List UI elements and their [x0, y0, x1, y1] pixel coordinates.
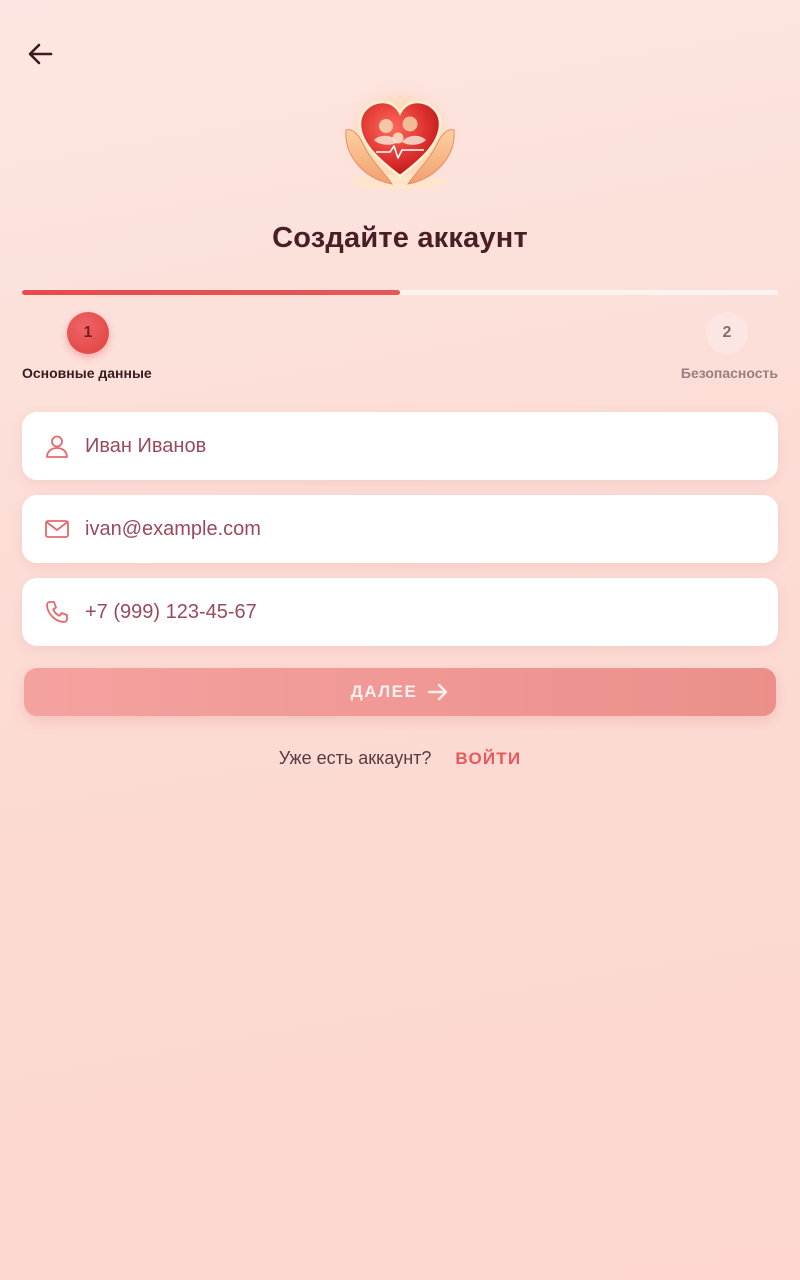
step-1-label: Основные данные	[22, 365, 152, 381]
phone-icon	[43, 598, 71, 626]
name-field[interactable]: Иван Иванов	[22, 412, 778, 480]
login-row: Уже есть аккаунт? ВОЙТИ	[0, 748, 800, 769]
mail-icon	[43, 515, 71, 543]
email-field-value: ivan@example.com	[85, 517, 261, 540]
heart-hands-family-logo	[340, 82, 460, 194]
step-1: 1 Основные данные	[22, 312, 152, 381]
app-logo	[336, 80, 464, 196]
step-2-label: Безопасность	[680, 365, 778, 381]
step-2: 2 Безопасность	[681, 312, 778, 381]
login-prompt: Уже есть аккаунт?	[278, 748, 432, 768]
arrow-right-icon	[427, 683, 449, 701]
next-button-label: ДАЛЕЕ	[350, 682, 418, 701]
progress-fill	[22, 290, 400, 295]
page-title: Создайте аккаунт	[272, 222, 528, 254]
progress-bar	[22, 290, 778, 295]
next-button[interactable]: ДАЛЕЕ	[24, 668, 776, 716]
login-link[interactable]: ВОЙТИ	[455, 749, 521, 769]
step-1-indicator: 1	[67, 312, 109, 354]
email-field[interactable]: ivan@example.com	[22, 495, 778, 563]
phone-field[interactable]: +7 (999) 123-45-67	[22, 578, 778, 646]
back-button[interactable]	[22, 38, 58, 70]
name-field-value: Иван Иванов	[85, 434, 207, 457]
step-2-indicator: 2	[706, 312, 748, 354]
arrow-left-icon	[28, 43, 53, 65]
user-icon	[43, 432, 71, 460]
phone-field-value: +7 (999) 123-45-67	[85, 600, 257, 623]
